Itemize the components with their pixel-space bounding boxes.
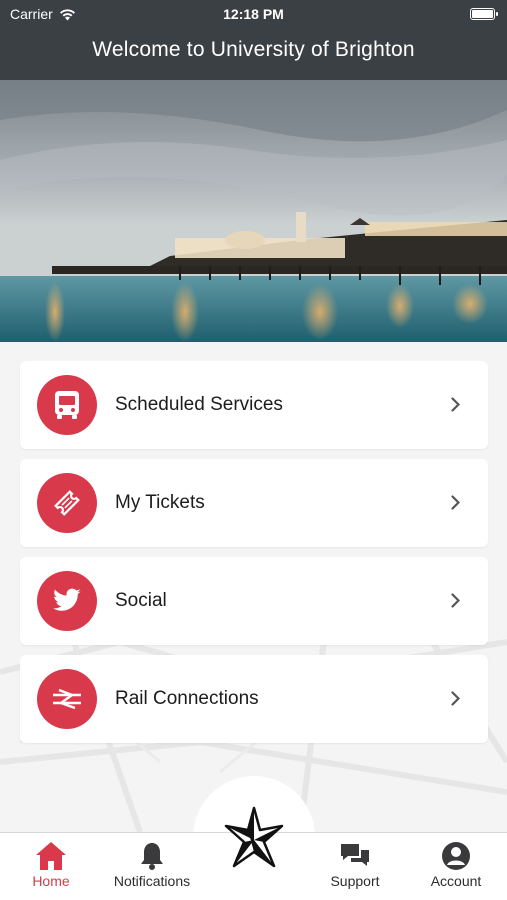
bus-icon — [55, 391, 79, 419]
tab-account[interactable]: Account — [411, 839, 501, 889]
tab-support-label: Support — [330, 873, 380, 889]
bell-icon — [141, 843, 163, 870]
status-time: 12:18 PM — [223, 6, 284, 22]
menu-item-icon-circle — [37, 571, 97, 631]
tab-notifications-label: Notifications — [113, 873, 191, 889]
status-bar: Carrier 12:18 PM — [0, 0, 507, 28]
menu-item-icon-circle — [37, 669, 97, 729]
menu-item-label: Social — [115, 590, 167, 611]
tab-home[interactable]: Home — [6, 839, 96, 889]
header-bar: Carrier 12:18 PM Welcome to University o… — [0, 0, 507, 80]
tab-support[interactable]: Support — [310, 839, 400, 889]
chevron-right-icon — [451, 397, 460, 412]
menu-item-label: My Tickets — [115, 492, 205, 513]
chevron-right-icon — [451, 593, 460, 608]
menu-item-social[interactable]: Social — [20, 557, 488, 645]
chevron-right-icon — [451, 691, 460, 706]
tab-notifications[interactable]: Notifications — [107, 839, 197, 889]
menu-item-label: Scheduled Services — [115, 394, 283, 415]
menu-item-icon-circle — [37, 375, 97, 435]
national-rail-icon — [53, 688, 81, 710]
menu-item-my-tickets[interactable]: My Tickets — [20, 459, 488, 547]
tab-home-label: Home — [32, 873, 70, 889]
home-icon — [36, 842, 66, 870]
compass-star-icon[interactable] — [222, 806, 286, 870]
hero-image — [0, 80, 507, 342]
ticket-icon — [54, 490, 80, 516]
menu-item-label: Rail Connections — [115, 688, 259, 709]
twitter-bird-icon — [53, 588, 81, 611]
menu-item-icon-circle — [37, 473, 97, 533]
account-icon — [442, 842, 470, 870]
chat-bubbles-icon — [341, 844, 369, 866]
tab-account-label: Account — [430, 873, 482, 889]
page-title: Welcome to University of Brighton — [92, 38, 415, 61]
menu-item-rail-connections[interactable]: Rail Connections — [20, 655, 488, 743]
menu-item-scheduled-services[interactable]: Scheduled Services — [20, 361, 488, 449]
battery-icon — [470, 8, 498, 20]
chevron-right-icon — [451, 495, 460, 510]
